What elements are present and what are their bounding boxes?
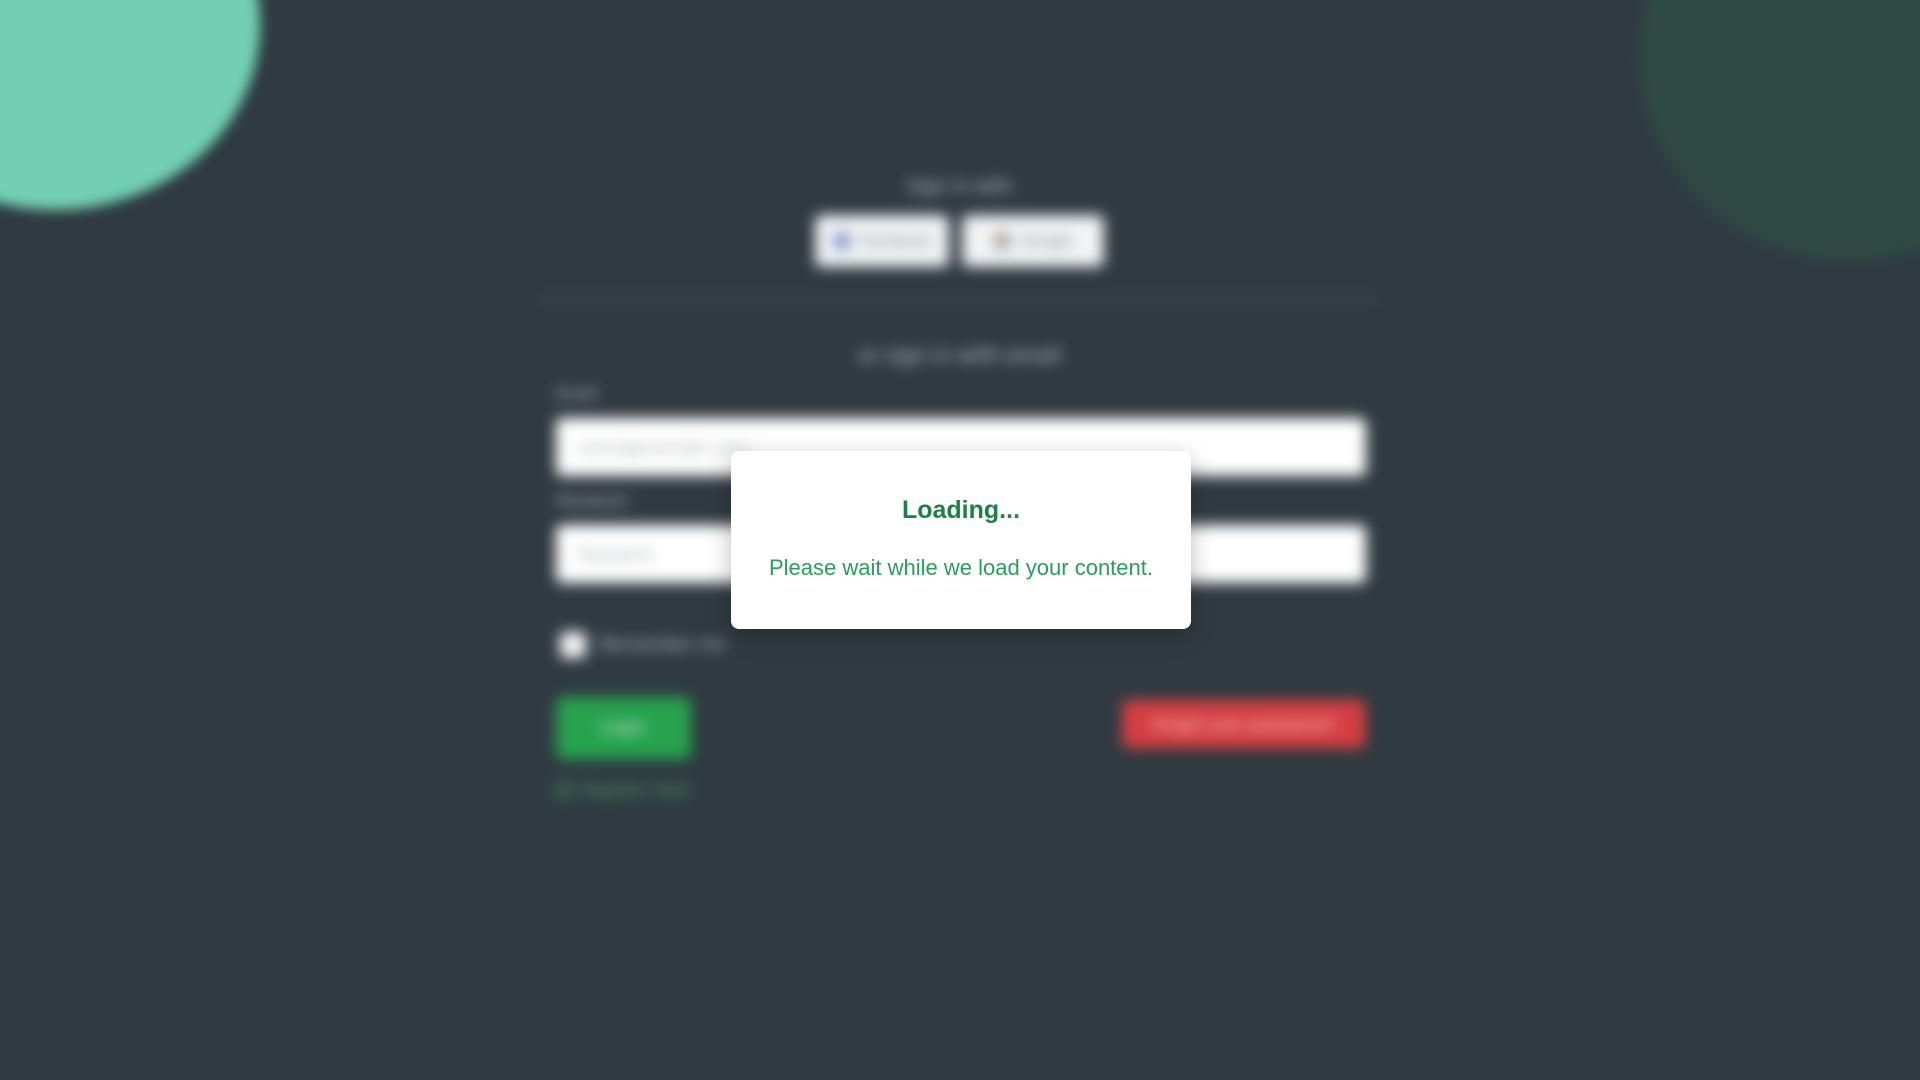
forgot-password-button[interactable]: Forgot your password? [1122,700,1365,748]
form-subheading: or sign in with email [858,343,1062,367]
google-button-label: Google [1020,232,1074,250]
facebook-button-label: Facebook [860,232,932,250]
google-login-button[interactable]: Google [962,215,1104,267]
remember-me-checkbox[interactable] [560,632,586,658]
password-label: Password [556,492,627,510]
facebook-icon [832,232,851,250]
password-placeholder: Password [578,544,653,564]
page-background: Sign in with Facebook Google or sign in … [0,0,1920,1080]
login-button[interactable]: Login [556,697,691,759]
remember-me-label: Remember me [600,635,726,655]
google-icon [992,232,1011,250]
register-link[interactable]: Register Here [556,780,691,799]
divider [535,297,1380,301]
loading-modal: Loading... Please wait while we load you… [731,451,1191,629]
facebook-login-button[interactable]: Facebook [815,215,949,267]
register-label: Register Here [582,780,691,799]
email-placeholder: name@example.com [578,437,748,457]
loading-title: Loading... [901,496,1021,524]
register-icon [556,782,572,797]
loading-message: Please wait while we load your content. [769,555,1153,580]
email-label: Email [556,385,598,403]
social-heading: Sign in with [907,176,1013,197]
